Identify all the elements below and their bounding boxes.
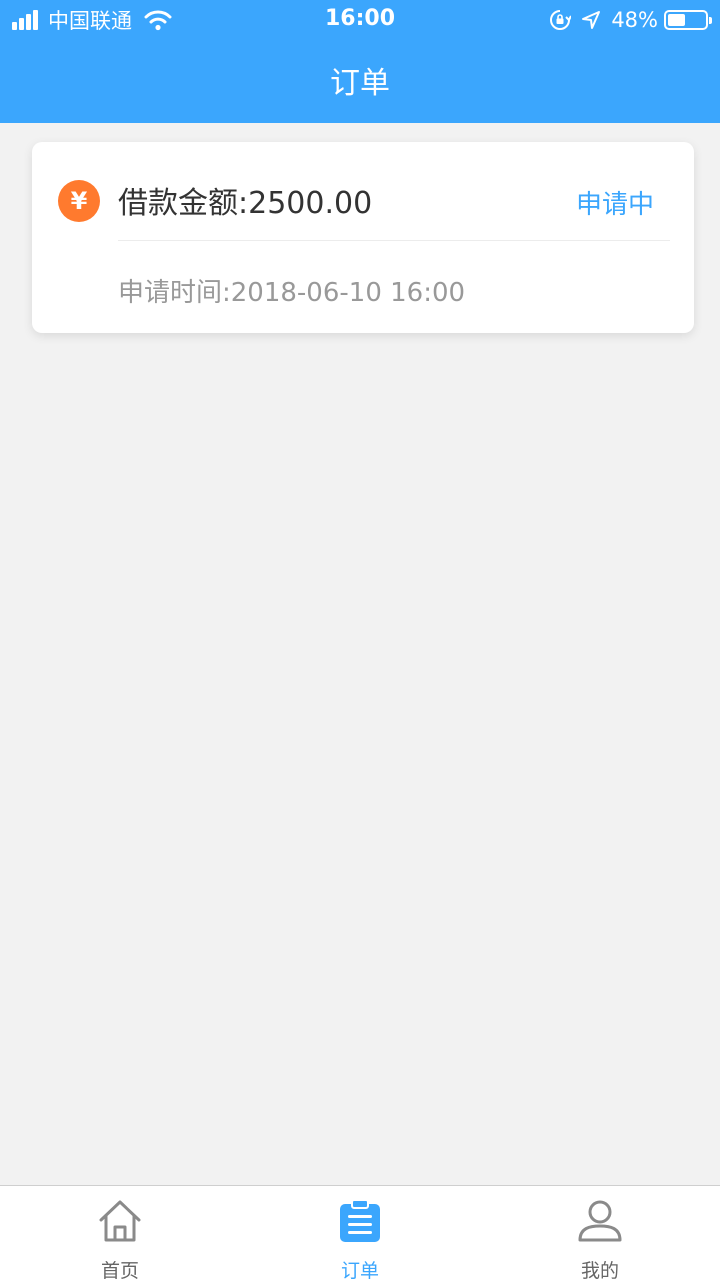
home-icon bbox=[99, 1200, 141, 1242]
orientation-lock-icon bbox=[550, 10, 572, 30]
top-header-area: 中国联通 16:00 48% 订单 bbox=[0, 0, 720, 123]
tab-orders-label: 订单 bbox=[340, 1260, 379, 1280]
battery-icon bbox=[664, 10, 712, 30]
order-card[interactable]: ¥ 借款金额:2500.00 申请中 申请时间:2018-06-10 16:00 bbox=[32, 142, 694, 333]
battery-tip bbox=[709, 17, 712, 24]
status-bar: 中国联通 16:00 48% bbox=[0, 0, 720, 40]
clipboard-icon bbox=[340, 1199, 380, 1242]
apply-time: 申请时间:2018-06-10 16:00 bbox=[118, 278, 466, 308]
tab-mine[interactable]: 我的 bbox=[480, 1186, 720, 1280]
loan-amount: 借款金额:2500.00 bbox=[118, 186, 373, 221]
tab-orders[interactable]: 订单 bbox=[240, 1186, 480, 1280]
page-title: 订单 bbox=[330, 66, 390, 101]
user-icon bbox=[578, 1200, 622, 1242]
location-arrow-icon bbox=[582, 11, 601, 29]
tab-mine-label: 我的 bbox=[580, 1260, 619, 1280]
card-divider bbox=[118, 240, 670, 241]
bottom-tab-bar: 首页 订单 我的 bbox=[0, 1185, 720, 1280]
battery-level-fill bbox=[668, 14, 686, 26]
battery-percentage: 48% bbox=[611, 8, 658, 32]
order-status-badge: 申请中 bbox=[575, 190, 654, 220]
yen-icon: ¥ bbox=[58, 180, 100, 222]
tab-home-label: 首页 bbox=[100, 1260, 139, 1280]
status-right: 48% bbox=[549, 6, 712, 34]
tab-home[interactable]: 首页 bbox=[0, 1186, 240, 1280]
